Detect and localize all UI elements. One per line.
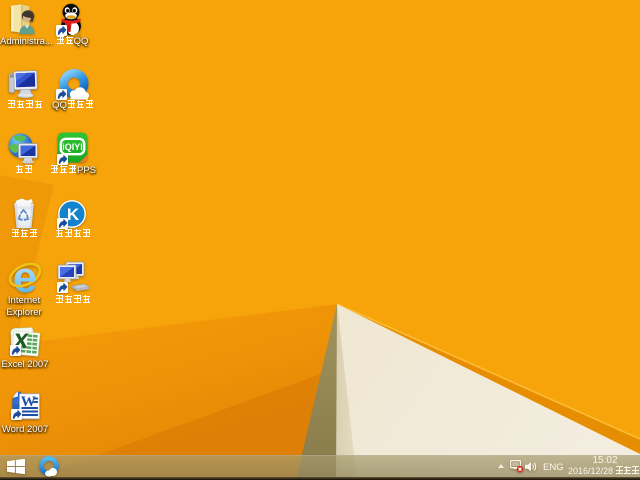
svg-text:K: K (67, 205, 80, 224)
svg-text:iQIYI: iQIYI (62, 142, 83, 152)
svg-text:e: e (13, 259, 37, 295)
